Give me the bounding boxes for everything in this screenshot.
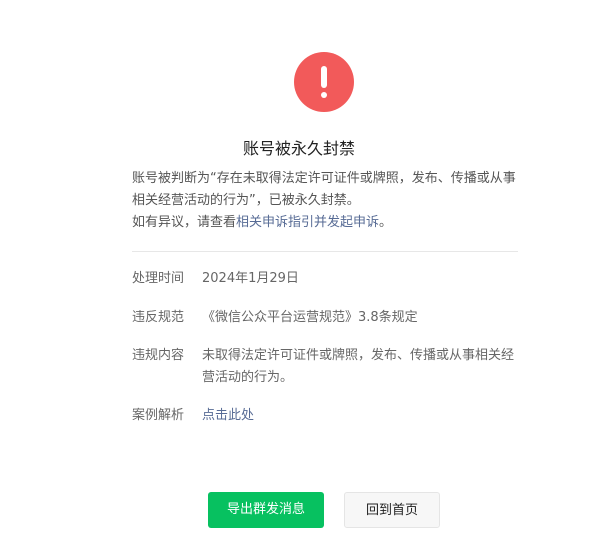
detail-label: 违规内容	[132, 348, 185, 363]
appeal-suffix: 。	[379, 215, 393, 230]
exclamation-dot	[321, 92, 327, 98]
detail-value: 未取得法定许可证件或牌照，发布、传播或从事相关经营活动的行为。	[202, 348, 515, 385]
divider	[132, 251, 518, 252]
appeal-guide-link[interactable]: 相关申诉指引并发起申诉	[236, 215, 379, 230]
case-analysis-link[interactable]: 点击此处	[202, 405, 520, 427]
back-home-button[interactable]: 回到首页	[344, 492, 440, 528]
exclamation-bar	[321, 66, 327, 88]
ban-notice-page: 账号被永久封禁 账号被判断为“存在未取得法定许可证件或牌照，发布、传播或从事相关…	[0, 0, 598, 542]
page-title: 账号被永久封禁	[242, 139, 355, 158]
ban-description: 账号被判断为“存在未取得法定许可证件或牌照，发布、传播或从事相关经营活动的行为”…	[132, 168, 524, 234]
description-text: 账号被判断为“存在未取得法定许可证件或牌照，发布、传播或从事相关经营活动的行为”…	[132, 171, 516, 208]
detail-label: 案例解析	[132, 408, 185, 423]
detail-value: 2024年1月29日	[202, 271, 299, 286]
appeal-prefix: 如有异议，请查看	[132, 215, 237, 230]
detail-label: 处理时间	[132, 271, 185, 286]
exclamation-circle-icon	[294, 52, 354, 112]
export-messages-button[interactable]: 导出群发消息	[208, 492, 324, 528]
detail-value: 《微信公众平台运营规范》3.8条规定	[202, 310, 418, 325]
detail-label: 违反规范	[132, 310, 185, 325]
